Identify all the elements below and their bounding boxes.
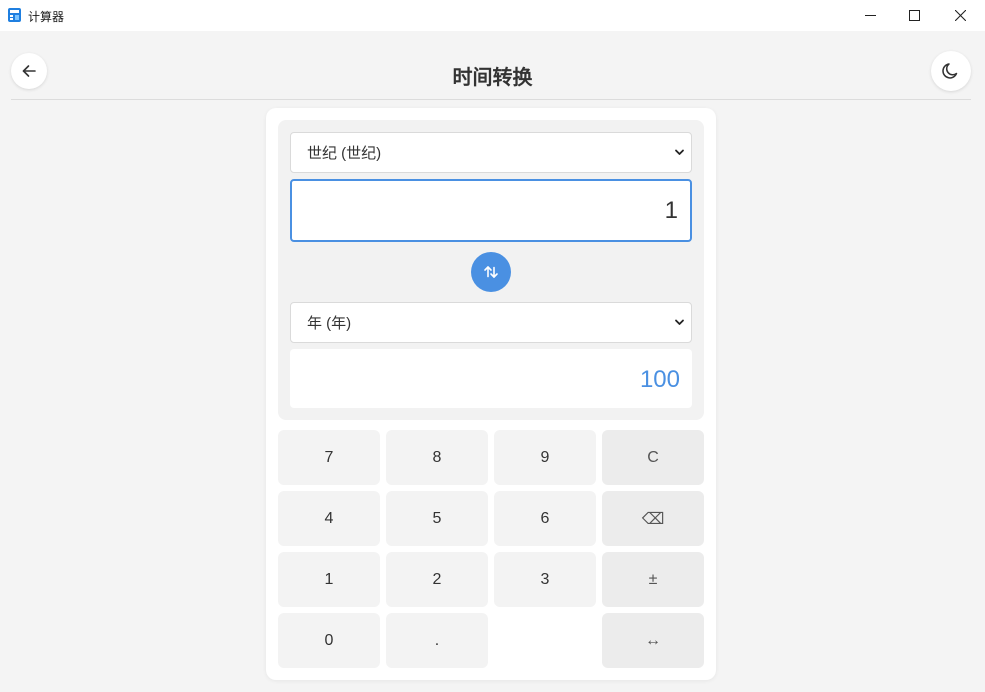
swap-button[interactable]: ↔ (602, 613, 704, 668)
page-title: 时间转换 (452, 67, 533, 89)
converter-card: 世纪 (世纪) 1 年 (年) 100 7 8 9 C 4 5 6 ⌫ 1 2 … (266, 108, 716, 680)
converter-panel: 世纪 (世纪) 1 年 (年) 100 (278, 120, 704, 420)
negate-button[interactable]: ± (602, 552, 704, 607)
close-button[interactable] (937, 0, 983, 31)
to-unit-label: 年 (年) (307, 315, 352, 332)
key-2[interactable]: 2 (386, 552, 488, 607)
from-value-input[interactable]: 1 (290, 179, 692, 242)
key-9[interactable]: 9 (494, 430, 596, 485)
window-titlebar: 计算器 (0, 0, 985, 31)
moon-icon (942, 63, 958, 79)
key-3[interactable]: 3 (494, 552, 596, 607)
chevron-down-icon (675, 149, 684, 155)
swap-vertical-icon (484, 266, 498, 278)
key-7[interactable]: 7 (278, 430, 380, 485)
close-icon (954, 10, 966, 21)
key-0[interactable]: 0 (278, 613, 380, 668)
to-value-output: 100 (290, 349, 692, 408)
swap-units-button[interactable] (471, 252, 511, 292)
key-1[interactable]: 1 (278, 552, 380, 607)
key-4[interactable]: 4 (278, 491, 380, 546)
theme-toggle-button[interactable] (931, 51, 971, 91)
from-unit-select[interactable]: 世纪 (世纪) (290, 132, 692, 173)
from-unit-label: 世纪 (世纪) (307, 145, 382, 162)
key-8[interactable]: 8 (386, 430, 488, 485)
calculator-app-icon (8, 8, 21, 22)
key-5[interactable]: 5 (386, 491, 488, 546)
app-area: 时间转换 世纪 (世纪) 1 年 (年) 100 7 8 9 C 4 5 6 ⌫… (0, 31, 985, 692)
to-unit-select[interactable]: 年 (年) (290, 302, 692, 343)
chevron-down-icon (675, 319, 684, 325)
maximize-button[interactable] (891, 0, 937, 31)
maximize-icon (908, 10, 920, 21)
header-divider (11, 99, 971, 100)
backspace-button[interactable]: ⌫ (602, 491, 704, 546)
window-title: 计算器 (28, 10, 65, 24)
key-6[interactable]: 6 (494, 491, 596, 546)
clear-button[interactable]: C (602, 430, 704, 485)
minimize-icon (864, 15, 876, 16)
decimal-button[interactable]: . (386, 613, 488, 668)
minimize-button[interactable] (847, 0, 893, 31)
